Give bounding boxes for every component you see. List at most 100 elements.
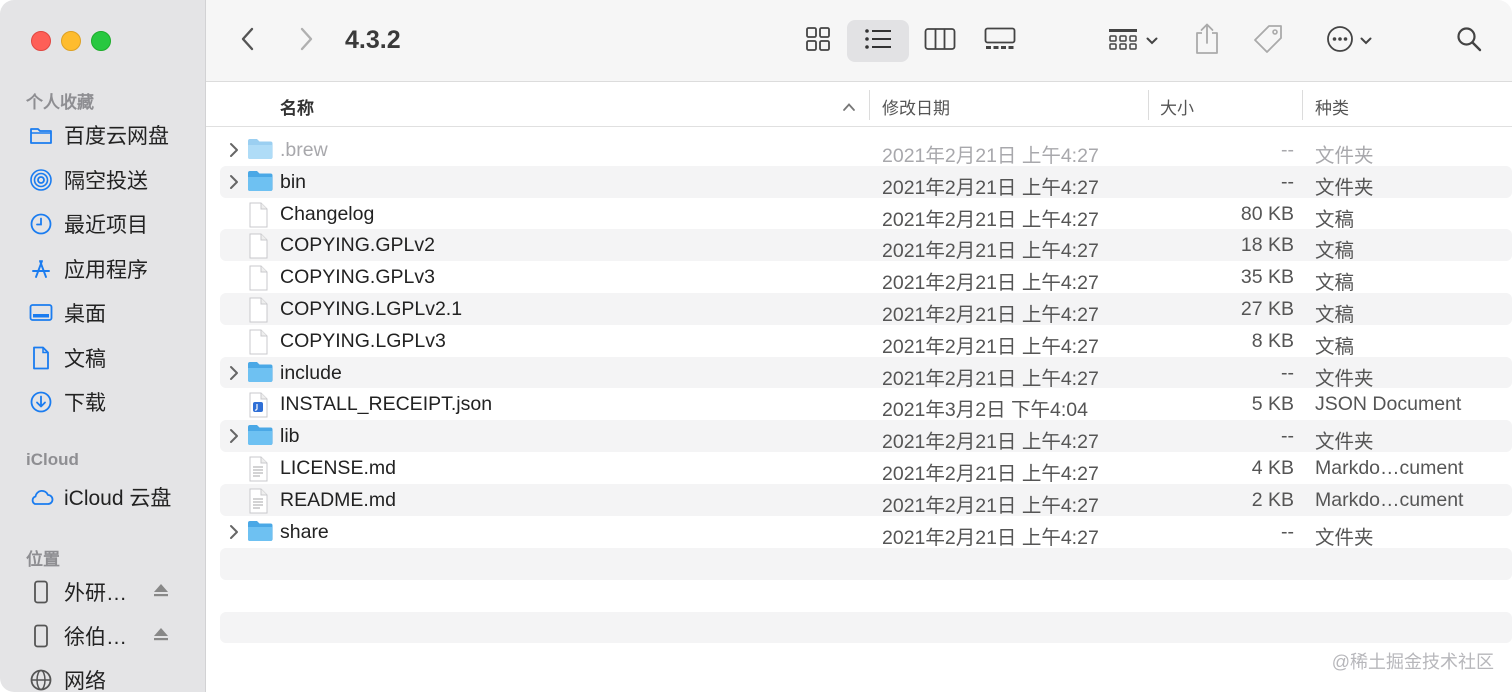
desktop-icon bbox=[28, 300, 54, 326]
columns-icon bbox=[924, 27, 956, 56]
more-actions-button[interactable] bbox=[1318, 20, 1380, 62]
forward-button[interactable] bbox=[292, 20, 320, 62]
file-row[interactable]: LICENSE.md 2021年2月21日 上午4:27 4 KB Markdo…cu… bbox=[220, 452, 1512, 485]
sidebar-item-applications[interactable]: 应用程序 bbox=[28, 253, 148, 285]
back-button[interactable] bbox=[234, 20, 262, 62]
folder-icon bbox=[247, 138, 273, 162]
file-size: 27 KB bbox=[1240, 297, 1294, 320]
chevron-down-icon bbox=[1146, 32, 1158, 50]
file-date: 2021年3月2日 下午4:04 bbox=[882, 399, 1088, 422]
sidebar-item-baidu[interactable]: 百度云网盘 bbox=[28, 119, 169, 151]
cloud-icon bbox=[28, 484, 54, 510]
file-row[interactable]: bin 2021年2月21日 上午4:27 -- 文件夹 bbox=[220, 165, 1512, 199]
sidebar-section-icloud: iCloud bbox=[26, 450, 79, 469]
gallery-view-button[interactable] bbox=[978, 20, 1022, 62]
file-row[interactable]: COPYING.LGPLv2.1 2021年2月21日 上午4:27 27 KB 文稿 bbox=[220, 292, 1512, 326]
zoom-button[interactable] bbox=[91, 31, 111, 51]
file-size: 80 KB bbox=[1240, 202, 1294, 225]
column-divider[interactable] bbox=[869, 90, 870, 120]
file-row[interactable]: .brew 2021年2月21日 上午4:27 -- 文件夹 bbox=[220, 134, 1512, 167]
file-size: -- bbox=[1281, 520, 1294, 543]
file-row[interactable]: include 2021年2月21日 上午4:27 -- 文件夹 bbox=[220, 356, 1512, 390]
sidebar-item-icloud-drive[interactable]: iCloud 云盘 bbox=[28, 481, 171, 513]
close-button[interactable] bbox=[31, 31, 51, 51]
file-name: README.md bbox=[280, 488, 396, 511]
sidebar-item-device-2[interactable]: 徐伯… bbox=[28, 620, 168, 652]
clock-icon bbox=[28, 211, 54, 237]
file-name: lib bbox=[280, 425, 300, 448]
file-name: bin bbox=[280, 170, 307, 193]
tags-button[interactable] bbox=[1250, 20, 1286, 62]
file-row[interactable]: COPYING.GPLv2 2021年2月21日 上午4:27 18 KB 文稿 bbox=[220, 229, 1512, 262]
search-button[interactable] bbox=[1452, 20, 1486, 62]
column-kind[interactable]: 种类 bbox=[1315, 94, 1349, 119]
file-size: 2 KB bbox=[1251, 488, 1294, 511]
column-view-button[interactable] bbox=[918, 20, 962, 62]
file-size: -- bbox=[1281, 361, 1294, 384]
file-row[interactable]: share 2021年2月21日 上午4:27 -- 文件夹 bbox=[220, 516, 1512, 549]
sidebar-item-documents[interactable]: 文稿 bbox=[28, 342, 106, 374]
document-icon bbox=[247, 265, 273, 291]
watermark: @稀土掘金技术社区 bbox=[1331, 652, 1494, 672]
file-size: 35 KB bbox=[1240, 266, 1294, 289]
file-date: 2021年2月21日 上午4:27 bbox=[882, 431, 1099, 454]
applications-icon bbox=[28, 256, 54, 282]
disclosure-triangle-icon[interactable] bbox=[228, 173, 240, 191]
file-kind: 文稿 bbox=[1315, 272, 1355, 295]
empty-row bbox=[220, 580, 1512, 612]
file-row[interactable]: Changelog 2021年2月21日 上午4:27 80 KB 文稿 bbox=[220, 198, 1512, 231]
file-date: 2021年2月21日 上午4:27 bbox=[882, 367, 1099, 390]
sidebar-section-locations: 位置 bbox=[26, 550, 60, 569]
file-row[interactable]: COPYING.GPLv3 2021年2月21日 上午4:27 35 KB 文稿 bbox=[220, 261, 1512, 295]
markdown-file-icon bbox=[247, 456, 273, 482]
sidebar-item-airdrop[interactable]: 隔空投送 bbox=[28, 164, 148, 196]
disclosure-triangle-icon[interactable] bbox=[228, 364, 240, 382]
share-button[interactable] bbox=[1190, 20, 1224, 62]
icon-view-button[interactable] bbox=[796, 20, 840, 62]
file-kind: Markdo…cument bbox=[1315, 456, 1464, 479]
sidebar-item-network[interactable]: 网络 bbox=[28, 664, 106, 692]
eject-icon[interactable] bbox=[152, 580, 170, 604]
sidebar-item-downloads[interactable]: 下载 bbox=[28, 386, 106, 418]
empty-rows bbox=[220, 548, 1512, 675]
toolbar: 4.3.2 bbox=[206, 0, 1512, 82]
disclosure-triangle-icon[interactable] bbox=[228, 523, 240, 541]
sidebar-item-recents[interactable]: 最近项目 bbox=[28, 208, 148, 240]
finder-window: 个人收藏 百度云网盘 隔空投送 最近项目 应用程序 桌面 文稿 下载 iClou… bbox=[0, 0, 1512, 692]
file-date: 2021年2月21日 上午4:27 bbox=[882, 462, 1099, 485]
ellipsis-circle-icon bbox=[1326, 25, 1354, 58]
file-kind: 文稿 bbox=[1315, 208, 1355, 231]
file-row[interactable]: INSTALL_RECEIPT.json 2021年3月2日 下午4:04 5 KB… bbox=[220, 388, 1512, 422]
file-size: -- bbox=[1281, 139, 1294, 161]
minimize-button[interactable] bbox=[61, 31, 81, 51]
sidebar-item-device-1[interactable]: 外研… bbox=[28, 576, 168, 608]
column-divider[interactable] bbox=[1148, 90, 1149, 120]
file-date: 2021年2月21日 上午4:27 bbox=[882, 145, 1099, 167]
eject-icon[interactable] bbox=[152, 624, 170, 648]
disclosure-triangle-icon[interactable] bbox=[228, 427, 240, 445]
file-date: 2021年2月21日 上午4:27 bbox=[882, 176, 1099, 199]
column-name[interactable]: 名称 bbox=[280, 94, 314, 119]
file-kind: 文件夹 bbox=[1315, 367, 1374, 390]
file-size: 5 KB bbox=[1251, 393, 1294, 416]
file-size: 4 KB bbox=[1251, 456, 1294, 479]
gallery-icon bbox=[984, 27, 1016, 56]
disclosure-triangle-icon[interactable] bbox=[228, 141, 240, 159]
column-divider[interactable] bbox=[1302, 90, 1303, 120]
markdown-file-icon bbox=[247, 488, 273, 514]
column-size[interactable]: 大小 bbox=[1160, 94, 1194, 119]
search-icon bbox=[1456, 26, 1482, 57]
json-file-icon bbox=[247, 392, 273, 418]
list-view-button[interactable] bbox=[847, 20, 909, 62]
sidebar-item-desktop[interactable]: 桌面 bbox=[28, 297, 106, 329]
file-kind: 文件夹 bbox=[1315, 431, 1374, 454]
chevron-left-icon bbox=[240, 26, 256, 57]
file-row[interactable]: COPYING.LGPLv3 2021年2月21日 上午4:27 8 KB 文稿 bbox=[220, 325, 1512, 358]
group-by-button[interactable] bbox=[1102, 20, 1164, 62]
column-date[interactable]: 修改日期 bbox=[882, 94, 950, 119]
file-row[interactable]: lib 2021年2月21日 上午4:27 -- 文件夹 bbox=[220, 420, 1512, 454]
column-header: 名称 修改日期 大小 种类 bbox=[206, 82, 1512, 127]
file-name: COPYING.GPLv3 bbox=[280, 266, 435, 289]
file-kind: 文稿 bbox=[1315, 335, 1355, 358]
file-row[interactable]: README.md 2021年2月21日 上午4:27 2 KB Markdo…cum… bbox=[220, 483, 1512, 517]
